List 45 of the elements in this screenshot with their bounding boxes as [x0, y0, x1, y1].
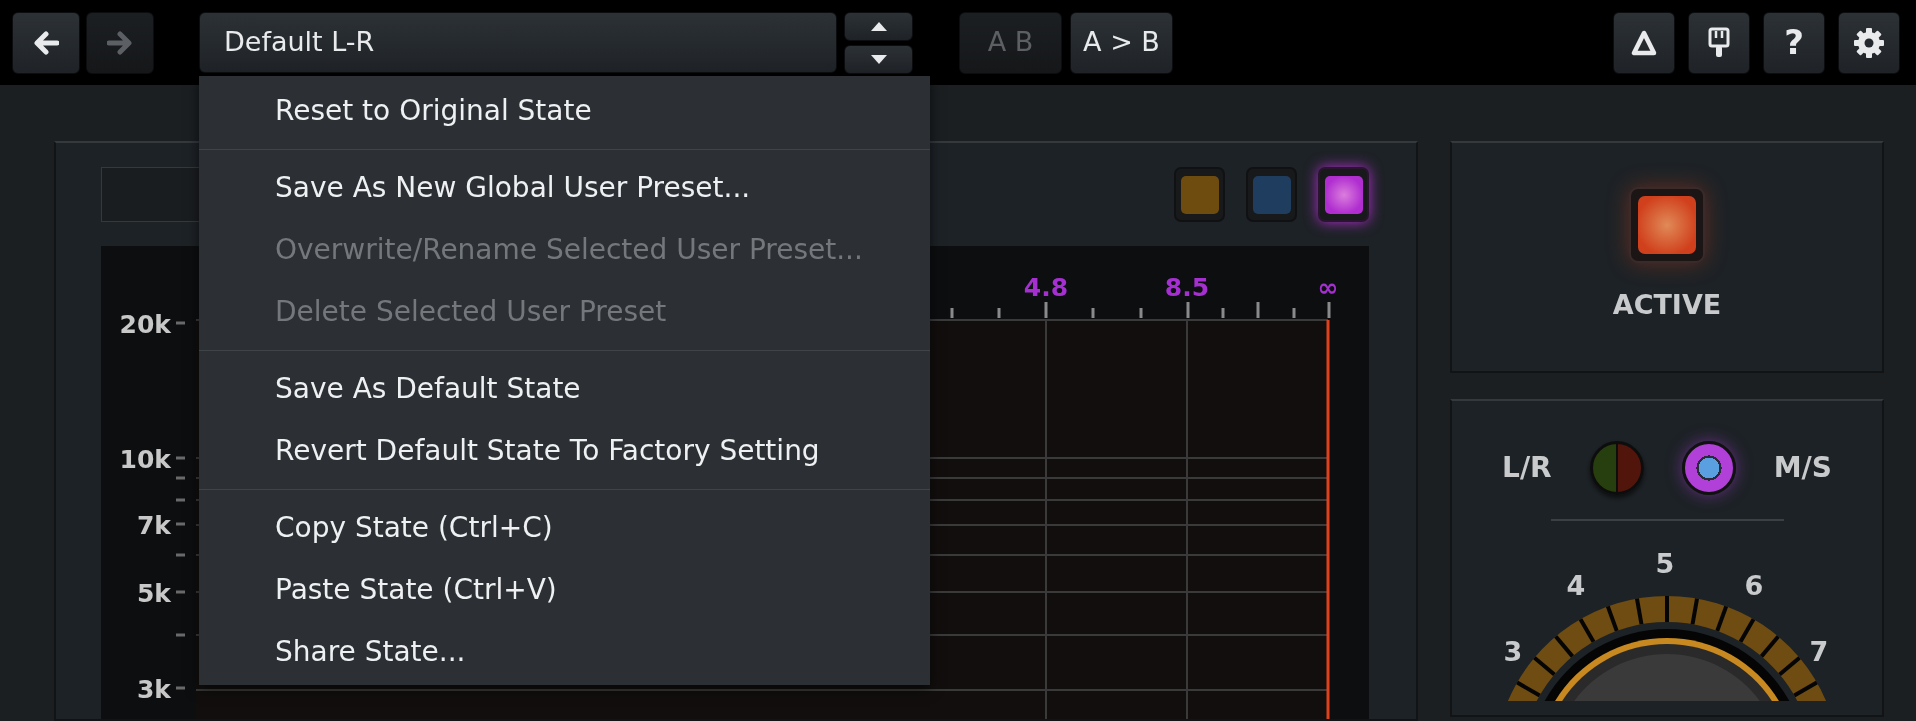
axis-label: 4.8 [1023, 273, 1069, 302]
axis-label: 5k [136, 579, 171, 608]
brush-button[interactable] [1688, 11, 1750, 74]
knob-drawing[interactable] [1507, 596, 1827, 701]
active-label: ACTIVE [1612, 288, 1722, 322]
knob-scale-label: 3 [1503, 636, 1523, 667]
mode-label: M/S [1773, 450, 1832, 486]
axis-label: 10k [119, 445, 171, 474]
back-button[interactable] [12, 11, 80, 74]
axis-label: 8.5 [1164, 273, 1210, 302]
input-field[interactable] [101, 167, 202, 222]
mode-label: L/R [1502, 450, 1552, 486]
color-button[interactable] [1246, 167, 1297, 222]
color-button[interactable] [1174, 167, 1225, 222]
delta-icon [1631, 29, 1657, 56]
axis-label: 7k [136, 511, 171, 540]
knob-scale-label: 5 [1655, 548, 1675, 579]
menu-item[interactable]: Save As New Global User Preset... [199, 157, 930, 219]
preset-up-button[interactable] [844, 11, 913, 41]
settings-button[interactable] [1838, 11, 1900, 74]
menu-item[interactable]: Revert Default State To Factory Setting [199, 420, 930, 482]
knob-scale-label: 6 [1744, 570, 1764, 601]
menu-item[interactable]: Save As Default State [199, 358, 930, 420]
mode-toggle[interactable] [1681, 441, 1736, 495]
copy-a-to-b-button[interactable]: A > B [1070, 11, 1173, 74]
knob-scale-label: 4 [1566, 570, 1586, 601]
delta-button[interactable] [1613, 11, 1675, 74]
preset-field[interactable]: Default L-R [199, 12, 837, 73]
menu-item[interactable]: Share State... [199, 621, 930, 683]
arrow-left-icon [33, 30, 59, 55]
axis-label: 20k [119, 310, 171, 339]
brush-icon [1707, 26, 1731, 59]
menu-item[interactable]: Reset to Original State [199, 80, 930, 142]
settings-icon [1853, 26, 1885, 59]
mode-toggle[interactable] [1589, 441, 1644, 495]
color-button[interactable] [1318, 167, 1369, 222]
menu-item[interactable]: Paste State (Ctrl+V) [199, 559, 930, 621]
knob-scale-label: 7 [1809, 636, 1829, 667]
preset-down-button[interactable] [844, 44, 913, 74]
axis-label: ∞ [1317, 273, 1339, 302]
axis-label: 3k [136, 675, 171, 704]
help-button[interactable]: ? [1763, 11, 1825, 74]
active-button[interactable] [1629, 187, 1705, 263]
menu-item[interactable]: Copy State (Ctrl+C) [199, 497, 930, 559]
arrow-right-icon [107, 30, 133, 55]
